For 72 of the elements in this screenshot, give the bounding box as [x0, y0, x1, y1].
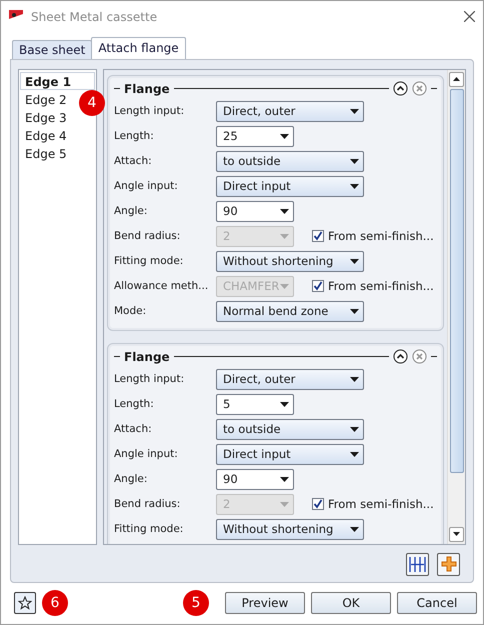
caret-icon	[280, 476, 289, 482]
caret-icon	[350, 108, 359, 114]
callout-badge: 6	[42, 590, 68, 616]
caret-icon	[350, 452, 359, 457]
favorite-button[interactable]	[14, 592, 36, 614]
close-icon[interactable]	[464, 11, 475, 22]
caret-icon	[280, 502, 289, 507]
caret-icon	[280, 134, 289, 139]
field-label: Angle:	[114, 473, 148, 486]
dropdown[interactable]: 90	[216, 468, 294, 490]
field-label: Mode:	[114, 305, 148, 318]
collapse-icon[interactable]	[393, 349, 408, 364]
checkmark-icon	[313, 499, 323, 510]
tab[interactable]: Attach flange	[91, 36, 186, 59]
dropdown[interactable]: Direct input	[216, 176, 364, 197]
dropdown[interactable]: Direct, outer	[216, 100, 364, 122]
caret-icon	[280, 208, 289, 214]
group-title: Flange	[124, 350, 170, 364]
caret-icon	[350, 308, 359, 314]
dropdown[interactable]: 90	[216, 200, 294, 222]
field-label: Bend radius:	[114, 230, 182, 242]
field-label: Bend radius:	[114, 498, 182, 510]
field-label: Length input:	[114, 373, 186, 386]
dropdown[interactable]: 25	[216, 126, 294, 147]
edge-item[interactable]: Edge 5	[20, 144, 72, 162]
dropdown[interactable]: Direct input	[216, 444, 364, 465]
dropdown[interactable]: Without shortening	[216, 518, 364, 540]
field-label: Length:	[114, 398, 155, 410]
caret-icon	[350, 184, 359, 189]
collapse-icon[interactable]	[393, 81, 408, 96]
dropdown[interactable]: 5	[216, 394, 294, 415]
caret-icon	[280, 234, 289, 239]
dialog-button[interactable]: Preview	[225, 592, 305, 614]
dropdown[interactable]: to outside	[216, 418, 364, 440]
caret-icon	[350, 426, 359, 432]
caret-icon	[350, 258, 359, 264]
scrollbar[interactable]	[447, 70, 465, 544]
field-label: Attach:	[114, 155, 153, 168]
dropdown[interactable]: Normal bend zone	[216, 300, 364, 322]
window-title: Sheet Metal cassette	[31, 10, 158, 24]
checkmark-icon	[313, 281, 323, 292]
field-label: Allowance meth...	[114, 280, 210, 292]
caret-icon	[350, 158, 359, 164]
field-label: Length:	[114, 130, 155, 142]
edge-item[interactable]: Edge 3	[20, 108, 72, 126]
group-title: Flange	[124, 82, 170, 96]
dialog-button[interactable]: Cancel	[397, 592, 477, 614]
field-label: Attach:	[114, 423, 153, 436]
caret-icon	[280, 284, 289, 289]
dropdown[interactable]: to outside	[216, 150, 364, 172]
field-label: Angle:	[114, 205, 148, 218]
dropdown[interactable]: Direct, outer	[216, 368, 364, 390]
tab[interactable]: Base sheet	[12, 40, 92, 59]
add-button[interactable]	[437, 552, 460, 576]
field-label: Fitting mode:	[114, 255, 184, 268]
checkmark-icon	[313, 231, 323, 242]
field-label: Length input:	[114, 105, 186, 118]
caret-icon	[350, 376, 359, 382]
dialog-button[interactable]: OK	[311, 592, 391, 614]
scroll-down-icon[interactable]	[453, 532, 460, 536]
scroll-up-icon[interactable]	[453, 77, 460, 82]
edge-item[interactable]: Edge 1	[20, 72, 95, 90]
caret-icon	[350, 526, 359, 532]
callout-badge: 5	[183, 590, 209, 616]
edge-item[interactable]: Edge 2	[20, 90, 72, 108]
distribute-button[interactable]	[406, 552, 429, 576]
edge-item[interactable]: Edge 4	[20, 126, 72, 144]
field-label: Angle input:	[114, 448, 179, 460]
caret-icon	[280, 402, 289, 407]
dropdown[interactable]: Without shortening	[216, 250, 364, 272]
field-label: Fitting mode:	[114, 523, 184, 536]
field-label: Angle input:	[114, 180, 179, 192]
